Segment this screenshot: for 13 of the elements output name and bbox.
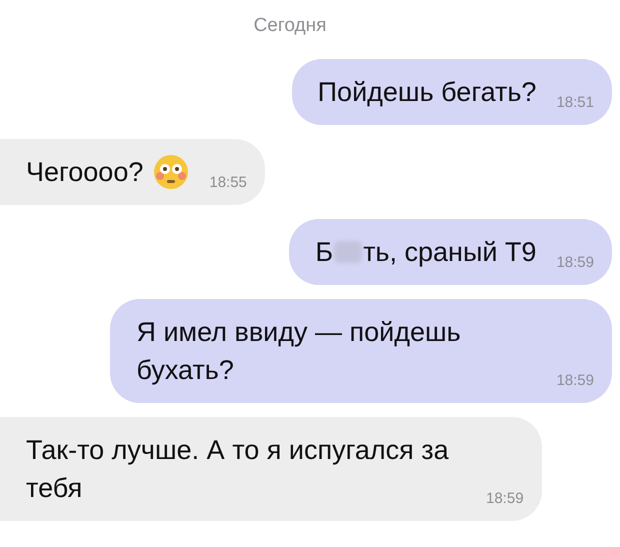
- message-text: Так-то лучше. А то я испугался за тебя: [26, 434, 450, 504]
- message-text: Пойдешь бегать?: [318, 76, 536, 108]
- message-text: Чегоооо?: [26, 156, 144, 188]
- message-text: Б ть, сраный Т9: [315, 236, 536, 269]
- flushed-emoji-icon: [153, 154, 190, 190]
- date-header: Сегодня: [254, 14, 328, 38]
- message-time: 18:59: [556, 252, 594, 272]
- blur-patch: [334, 240, 362, 262]
- message-time: 18:51: [556, 92, 594, 112]
- message-time: 18:59: [486, 488, 524, 508]
- message-time: 18:55: [209, 172, 247, 192]
- message-text: Я имел ввиду — пойдешь бухать?: [136, 316, 462, 387]
- message-time: 18:59: [556, 370, 594, 390]
